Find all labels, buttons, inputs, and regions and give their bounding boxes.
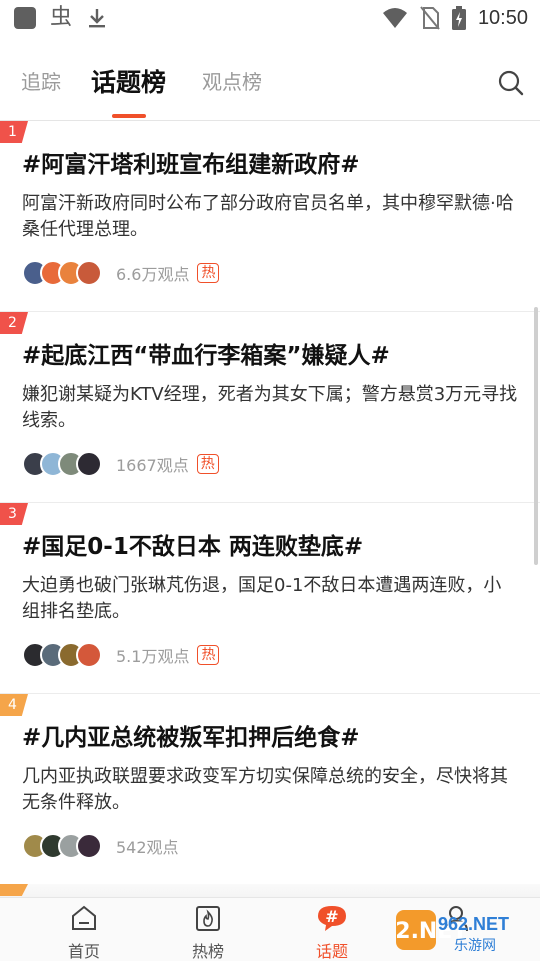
site-watermark: 962.NET 962.NET 乐游网 bbox=[396, 910, 509, 954]
topic-meta: 542观点 bbox=[22, 832, 179, 860]
avatar bbox=[76, 451, 102, 477]
nav-hot-list-label: 热榜 bbox=[191, 942, 224, 961]
rank-badge: 3 bbox=[0, 503, 28, 525]
tab-tracking[interactable]: 追踪 bbox=[21, 66, 61, 95]
search-icon[interactable] bbox=[496, 68, 526, 98]
topic-list: 1 #阿富汗塔利班宣布组建新政府# 阿富汗新政府同时公布了部分政府官员名单，其中… bbox=[0, 121, 540, 897]
hot-badge: 热 bbox=[197, 263, 220, 283]
no-sim-icon bbox=[420, 6, 440, 30]
bottom-navigation: 首页 热榜 # 话题 962.NET 962.NET 乐游网 bbox=[0, 897, 540, 961]
topic-item[interactable]: 4 #几内亚总统被叛军扣押后绝食# 几内亚执政联盟要求政变军方切实保障总统的安全… bbox=[0, 694, 540, 885]
avatar bbox=[76, 642, 102, 668]
topic-title[interactable]: #阿富汗塔利班宣布组建新政府# bbox=[22, 145, 360, 179]
svg-text:962.NET: 962.NET bbox=[438, 914, 509, 934]
clock: 10:50 bbox=[477, 6, 528, 29]
nav-hot-list[interactable]: 热榜 bbox=[168, 904, 248, 962]
topic-item[interactable]: 3 #国足0-1不敌日本 两连败垫底# 大迫勇也破门张琳芃伤退，国足0-1不敌日… bbox=[0, 503, 540, 694]
tab-topic-ranking[interactable]: 话题榜 bbox=[91, 63, 166, 99]
topic-summary: 大迫勇也破门张琳芃伤退，国足0-1不敌日本遭遇两连败，小组排名垫底。 bbox=[22, 575, 502, 622]
nav-topic[interactable]: # 话题 bbox=[292, 904, 372, 962]
bug-icon: 虫 bbox=[50, 5, 73, 30]
topic-item[interactable]: 2 #起底江西“带血行李箱案”嫌疑人# 嫌犯谢某疑为KTV经理，死者为其女下属；… bbox=[0, 312, 540, 503]
view-count: 542观点 bbox=[116, 838, 179, 857]
participant-avatars bbox=[22, 260, 102, 286]
svg-text:#: # bbox=[325, 907, 338, 926]
battery-charging-icon bbox=[451, 6, 466, 30]
avatar bbox=[76, 833, 102, 859]
topic-summary: 几内亚执政联盟要求政变军方切实保障总统的安全，尽快将其无条件释放。 bbox=[22, 766, 508, 813]
rank-badge: 4 bbox=[0, 694, 28, 716]
view-count: 6.6万观点 bbox=[116, 265, 190, 284]
participant-avatars bbox=[22, 451, 102, 477]
hot-badge: 热 bbox=[196, 454, 219, 474]
topic-title[interactable]: #起底江西“带血行李箱案”嫌疑人# bbox=[22, 336, 390, 370]
topic-meta: 6.6万观点 热 bbox=[22, 259, 220, 287]
participant-avatars bbox=[22, 833, 102, 859]
participant-avatars bbox=[22, 642, 102, 668]
view-count: 1667观点 bbox=[116, 456, 189, 475]
topic-tab-bar: 追踪 话题榜 观点榜 bbox=[0, 44, 540, 121]
rank-badge: 2 bbox=[0, 312, 28, 334]
tab-opinion-ranking[interactable]: 观点榜 bbox=[202, 66, 262, 95]
nav-topic-label: 话题 bbox=[315, 942, 348, 961]
avatar bbox=[76, 260, 102, 286]
download-icon bbox=[89, 9, 106, 28]
topic-meta: 1667观点 热 bbox=[22, 450, 219, 478]
topic-title[interactable]: #国足0-1不敌日本 两连败垫底# bbox=[22, 527, 363, 561]
hot-list-icon bbox=[196, 906, 220, 931]
active-tab-indicator bbox=[112, 114, 146, 118]
topic-meta: 5.1万观点 热 bbox=[22, 641, 220, 669]
nav-home[interactable]: 首页 bbox=[44, 904, 124, 962]
scrollbar-thumb[interactable] bbox=[534, 307, 538, 565]
status-bar: 虫 10:50 bbox=[0, 0, 540, 38]
topic-summary: 嫌犯谢某疑为KTV经理，死者为其女下属；警方悬赏3万元寻找线索。 bbox=[22, 384, 518, 431]
watermark-subtitle: 乐游网 bbox=[454, 938, 496, 954]
home-icon bbox=[72, 905, 96, 930]
nav-home-label: 首页 bbox=[67, 942, 100, 961]
topic-hash-icon: # bbox=[318, 906, 346, 931]
topic-summary: 阿富汗新政府同时公布了部分政府官员名单，其中穆罕默德·哈桑任代理总理。 bbox=[22, 193, 514, 240]
topic-title[interactable]: #几内亚总统被叛军扣押后绝食# bbox=[22, 718, 360, 752]
topic-item[interactable]: 1 #阿富汗塔利班宣布组建新政府# 阿富汗新政府同时公布了部分政府官员名单，其中… bbox=[0, 121, 540, 312]
hot-badge: 热 bbox=[197, 645, 220, 665]
wifi-icon bbox=[382, 8, 407, 28]
rank-badge: 1 bbox=[0, 121, 28, 143]
view-count: 5.1万观点 bbox=[116, 647, 190, 666]
app-square-icon bbox=[14, 7, 36, 29]
